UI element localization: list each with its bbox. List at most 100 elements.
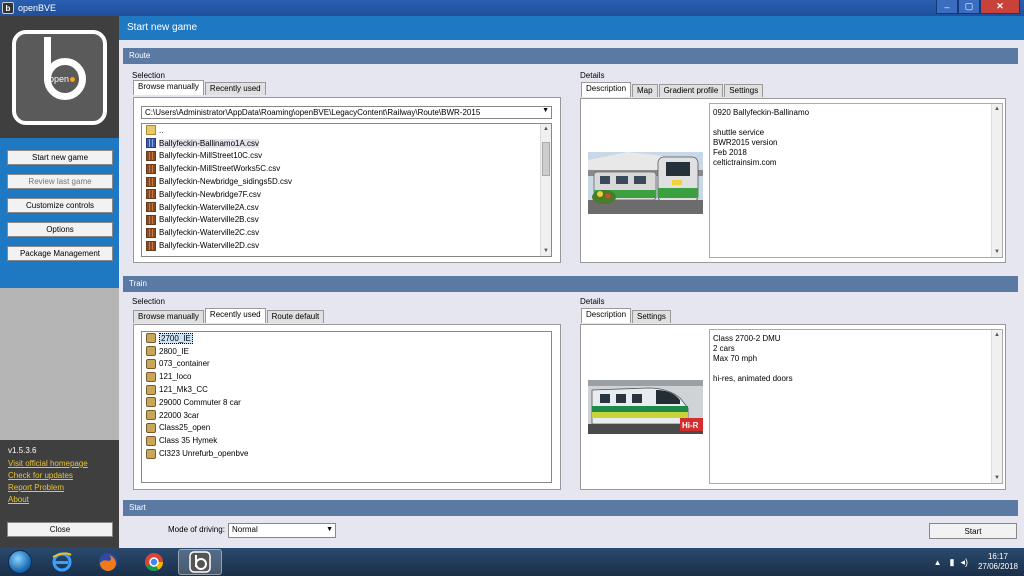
- route-file-icon: [146, 214, 156, 225]
- scroll-up-icon[interactable]: ▲: [992, 330, 1002, 340]
- scroll-up-icon[interactable]: ▲: [541, 124, 551, 134]
- list-item[interactable]: Ballyfeckin-Ballinamo1A.csv: [142, 137, 551, 150]
- tab-route-description[interactable]: Description: [581, 82, 632, 97]
- list-item[interactable]: Ballyfeckin-Waterville2C.csv: [142, 226, 551, 239]
- train-icon: [146, 346, 156, 357]
- train-icon: [146, 333, 156, 344]
- internet-explorer-icon[interactable]: [40, 549, 84, 575]
- route-details-panel: 0920 Ballyfeckin-Ballinamo shuttle servi…: [580, 98, 1006, 263]
- route-preview-image: [588, 152, 703, 214]
- minimize-button[interactable]: –: [936, 0, 958, 14]
- list-item[interactable]: Ballyfeckin-MillStreetWorks5C.csv: [142, 162, 551, 175]
- version-area: v1.5.3.6 Visit official homepage Check f…: [0, 440, 119, 508]
- tab-route-settings[interactable]: Settings: [724, 84, 764, 97]
- train-icon: [146, 358, 156, 369]
- tab-train-description[interactable]: Description: [581, 308, 632, 323]
- version-label: v1.5.3.6: [8, 446, 37, 455]
- close-button[interactable]: Close: [7, 522, 113, 537]
- tab-train-recently-used[interactable]: Recently used: [204, 308, 266, 323]
- route-path-combobox[interactable]: C:\Users\Administrator\AppData\Roaming\o…: [141, 106, 552, 119]
- route-file-icon: [146, 240, 156, 251]
- scroll-down-icon[interactable]: ▼: [992, 247, 1002, 257]
- train-section-bar: Train: [123, 276, 1018, 292]
- network-icon[interactable]: ▮: [949, 557, 954, 568]
- about-link[interactable]: About: [8, 494, 111, 506]
- train-selection-panel: 2700_IE 2800_IE 073_container 121_loco 1…: [133, 324, 561, 490]
- volume-icon[interactable]: ◂): [960, 557, 968, 568]
- list-item[interactable]: Class25_open: [142, 422, 551, 435]
- customize-controls-button[interactable]: Customize controls: [7, 198, 113, 213]
- taskbar-clock[interactable]: 16:17 27/06/2018: [978, 552, 1018, 572]
- chevron-down-icon: ▼: [326, 526, 333, 533]
- firefox-icon[interactable]: [86, 549, 130, 575]
- check-updates-link[interactable]: Check for updates: [8, 470, 111, 482]
- windows-start-button[interactable]: [0, 548, 40, 576]
- train-details-panel: Hi-R Class 2700-2 DMU 2 cars Max 70 mph …: [580, 324, 1006, 490]
- list-item[interactable]: Ballyfeckin-Newbridge7F.csv: [142, 188, 551, 201]
- train-icon: [146, 435, 156, 446]
- train-icon: [146, 410, 156, 421]
- list-item[interactable]: Ballyfeckin-MillStreet10C.csv: [142, 150, 551, 163]
- tab-train-route-default[interactable]: Route default: [266, 310, 325, 323]
- maximize-button[interactable]: ▢: [958, 0, 980, 14]
- tab-route-map[interactable]: Map: [632, 84, 658, 97]
- system-tray: ▲ ▮ ◂) 16:17 27/06/2018: [934, 548, 1018, 576]
- train-list[interactable]: 2700_IE 2800_IE 073_container 121_loco 1…: [141, 331, 552, 483]
- route-file-icon: [146, 202, 156, 213]
- list-item[interactable]: 2800_IE: [142, 345, 551, 358]
- route-file-icon: [146, 150, 156, 161]
- list-item[interactable]: 073_container: [142, 358, 551, 371]
- window-title: openBVE: [18, 3, 57, 13]
- scroll-up-icon[interactable]: ▲: [992, 104, 1002, 114]
- chrome-icon[interactable]: [132, 549, 176, 575]
- list-item[interactable]: 2700_IE: [142, 332, 551, 345]
- tab-route-recently-used[interactable]: Recently used: [204, 82, 266, 95]
- route-path-text: C:\Users\Administrator\AppData\Roaming\o…: [145, 108, 481, 117]
- tab-route-browse-manually[interactable]: Browse manually: [133, 80, 204, 95]
- chevron-down-icon: ▼: [542, 107, 549, 114]
- train-description-scrollbar[interactable]: ▲ ▼: [991, 330, 1002, 483]
- openbve-taskbar-icon[interactable]: [178, 549, 222, 575]
- list-item[interactable]: Ballyfeckin-Newbridge_sidings5D.csv: [142, 175, 551, 188]
- scroll-thumb[interactable]: [542, 142, 550, 176]
- report-problem-link[interactable]: Report Problem: [8, 482, 111, 494]
- train-icon: [146, 397, 156, 408]
- route-description-text[interactable]: 0920 Ballyfeckin-Ballinamo shuttle servi…: [709, 103, 1003, 258]
- list-item[interactable]: 121_Mk3_CC: [142, 383, 551, 396]
- close-area: Close: [0, 508, 119, 548]
- list-item[interactable]: Class 35 Hymek: [142, 434, 551, 447]
- list-item[interactable]: Ballyfeckin-Waterville2B.csv: [142, 214, 551, 227]
- list-item[interactable]: Cl323 Unrefurb_openbve: [142, 447, 551, 460]
- package-management-button[interactable]: Package Management: [7, 246, 113, 261]
- mode-of-driving-select[interactable]: Normal ▼: [228, 523, 336, 538]
- list-item[interactable]: 121_loco: [142, 370, 551, 383]
- route-description-scrollbar[interactable]: ▲ ▼: [991, 104, 1002, 257]
- start-button[interactable]: Start: [929, 523, 1017, 539]
- route-file-icon: [146, 227, 156, 238]
- tab-train-settings[interactable]: Settings: [632, 310, 671, 323]
- tray-expand-icon[interactable]: ▲: [934, 558, 942, 567]
- list-item[interactable]: Ballyfeckin-Waterville2A.csv: [142, 201, 551, 214]
- route-list-scrollbar[interactable]: ▲ ▼: [540, 124, 551, 256]
- tab-train-browse-manually[interactable]: Browse manually: [133, 310, 204, 323]
- route-file-list[interactable]: .. Ballyfeckin-Ballinamo1A.csv Ballyfeck…: [141, 123, 552, 257]
- route-file-icon: [146, 176, 156, 187]
- list-item[interactable]: 22000 3car: [142, 409, 551, 422]
- train-description-text[interactable]: Class 2700-2 DMU 2 cars Max 70 mph hi-re…: [709, 329, 1003, 484]
- review-last-game-button[interactable]: Review last game: [7, 174, 113, 189]
- route-selection-tabs: Browse manually Recently used: [133, 80, 267, 95]
- start-new-game-button[interactable]: Start new game: [7, 150, 113, 165]
- train-details-tabs: Description Settings: [581, 308, 672, 323]
- list-item[interactable]: 29000 Commuter 8 car: [142, 396, 551, 409]
- route-details-tabs: Description Map Gradient profile Setting…: [581, 82, 764, 97]
- scroll-down-icon[interactable]: ▼: [992, 473, 1002, 483]
- list-item[interactable]: Ballyfeckin-Waterville2D.csv: [142, 239, 551, 252]
- official-homepage-link[interactable]: Visit official homepage: [8, 458, 111, 470]
- list-item[interactable]: ..: [142, 124, 551, 137]
- train-details-label: Details: [580, 297, 605, 306]
- sidebar: open Start new game Review last game Cus…: [0, 16, 119, 548]
- scroll-down-icon[interactable]: ▼: [541, 246, 551, 256]
- tab-route-gradient-profile[interactable]: Gradient profile: [658, 84, 724, 97]
- close-window-button[interactable]: ✕: [980, 0, 1020, 14]
- options-button[interactable]: Options: [7, 222, 113, 237]
